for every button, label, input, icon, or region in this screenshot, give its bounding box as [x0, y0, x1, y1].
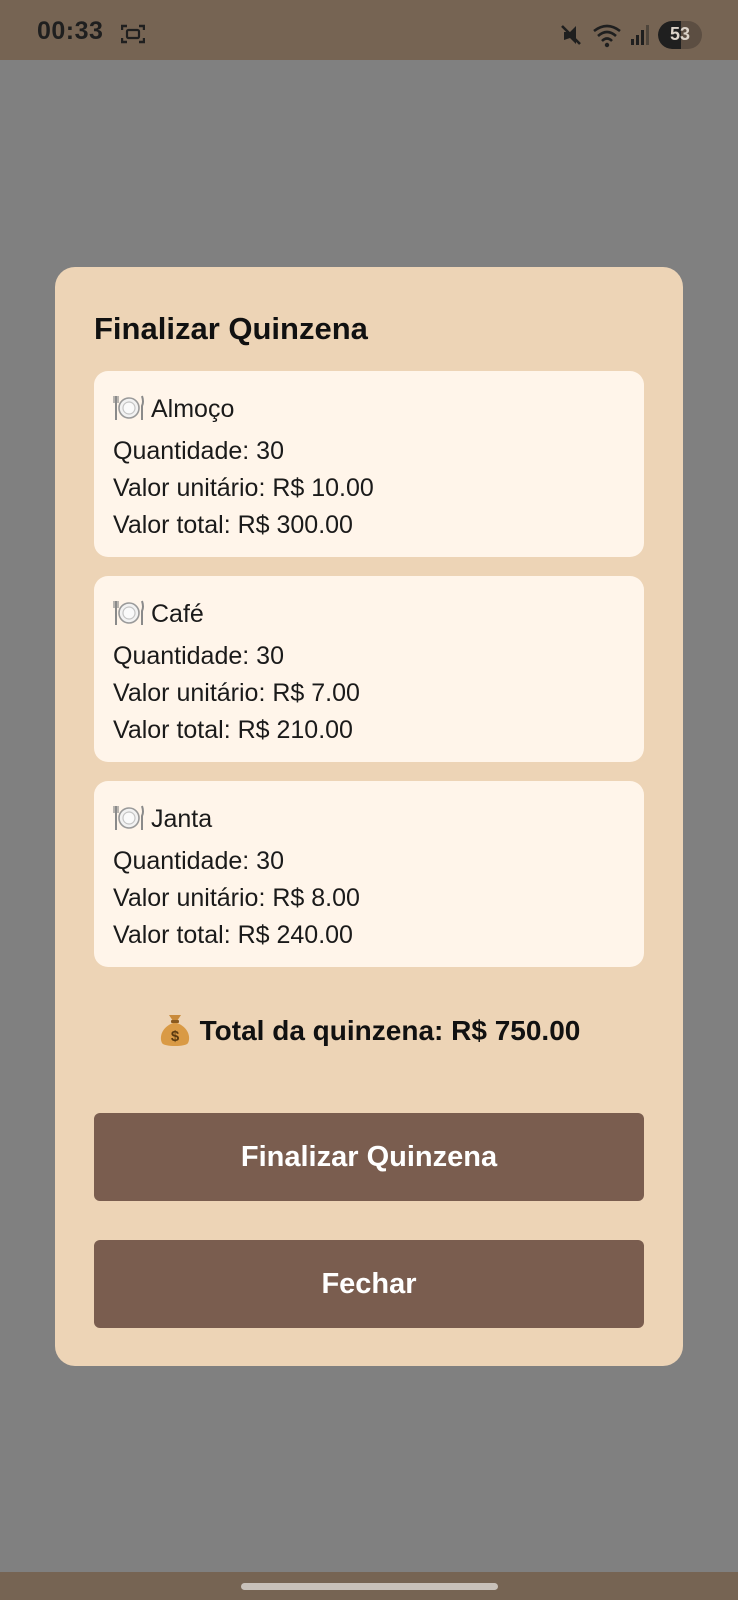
plate-icon [113, 394, 145, 433]
meal-total: Valor total: R$ 300.00 [113, 511, 353, 539]
close-button[interactable]: Fechar [94, 1240, 644, 1328]
status-time: 00:33 [37, 17, 104, 45]
navigation-bar [0, 1572, 738, 1600]
meal-name: Café [151, 600, 204, 628]
mute-icon [558, 22, 584, 48]
svg-text:$: $ [170, 1028, 179, 1045]
meal-name: Almoço [151, 395, 235, 423]
finalize-dialog: Finalizar Quinzena Almoço Quantidade: 30… [55, 267, 683, 1366]
status-bar: 00:33 53 [0, 0, 738, 60]
dialog-title: Finalizar Quinzena [94, 311, 368, 346]
meal-unit-price: Valor unitário: R$ 8.00 [113, 884, 360, 912]
finalize-fortnight-button[interactable]: Finalizar Quinzena [94, 1113, 644, 1201]
meal-quantity: Quantidade: 30 [113, 642, 284, 670]
meal-quantity: Quantidade: 30 [113, 847, 284, 875]
screen-capture-icon [120, 24, 146, 44]
plate-icon [113, 599, 145, 638]
meal-card-janta: Janta Quantidade: 30 Valor unitário: R$ … [94, 781, 644, 967]
status-icons: 53 [558, 20, 702, 50]
meal-name-line: Café [113, 596, 644, 638]
meal-name-line: Almoço [113, 391, 644, 433]
money-bag-icon: $ [158, 1012, 192, 1055]
fortnight-total-text: Total da quinzena: R$ 750.00 [199, 1015, 581, 1046]
meal-total: Valor total: R$ 210.00 [113, 716, 353, 744]
plate-icon [113, 804, 145, 843]
meal-name: Janta [151, 805, 213, 833]
wifi-icon [592, 22, 622, 48]
fortnight-total: $ Total da quinzena: R$ 750.00 [55, 1012, 683, 1055]
meal-unit-price: Valor unitário: R$ 7.00 [113, 679, 360, 707]
meal-name-line: Janta [113, 801, 644, 843]
meal-total: Valor total: R$ 240.00 [113, 921, 353, 949]
meal-quantity: Quantidade: 30 [113, 437, 284, 465]
battery-percentage: 53 [669, 24, 691, 44]
meal-card-cafe: Café Quantidade: 30 Valor unitário: R$ 7… [94, 576, 644, 762]
meal-unit-price: Valor unitário: R$ 10.00 [113, 474, 374, 502]
signal-icon [630, 24, 650, 46]
battery-icon: 53 [658, 21, 702, 49]
home-indicator[interactable] [241, 1583, 498, 1590]
meal-card-almoco: Almoço Quantidade: 30 Valor unitário: R$… [94, 371, 644, 557]
